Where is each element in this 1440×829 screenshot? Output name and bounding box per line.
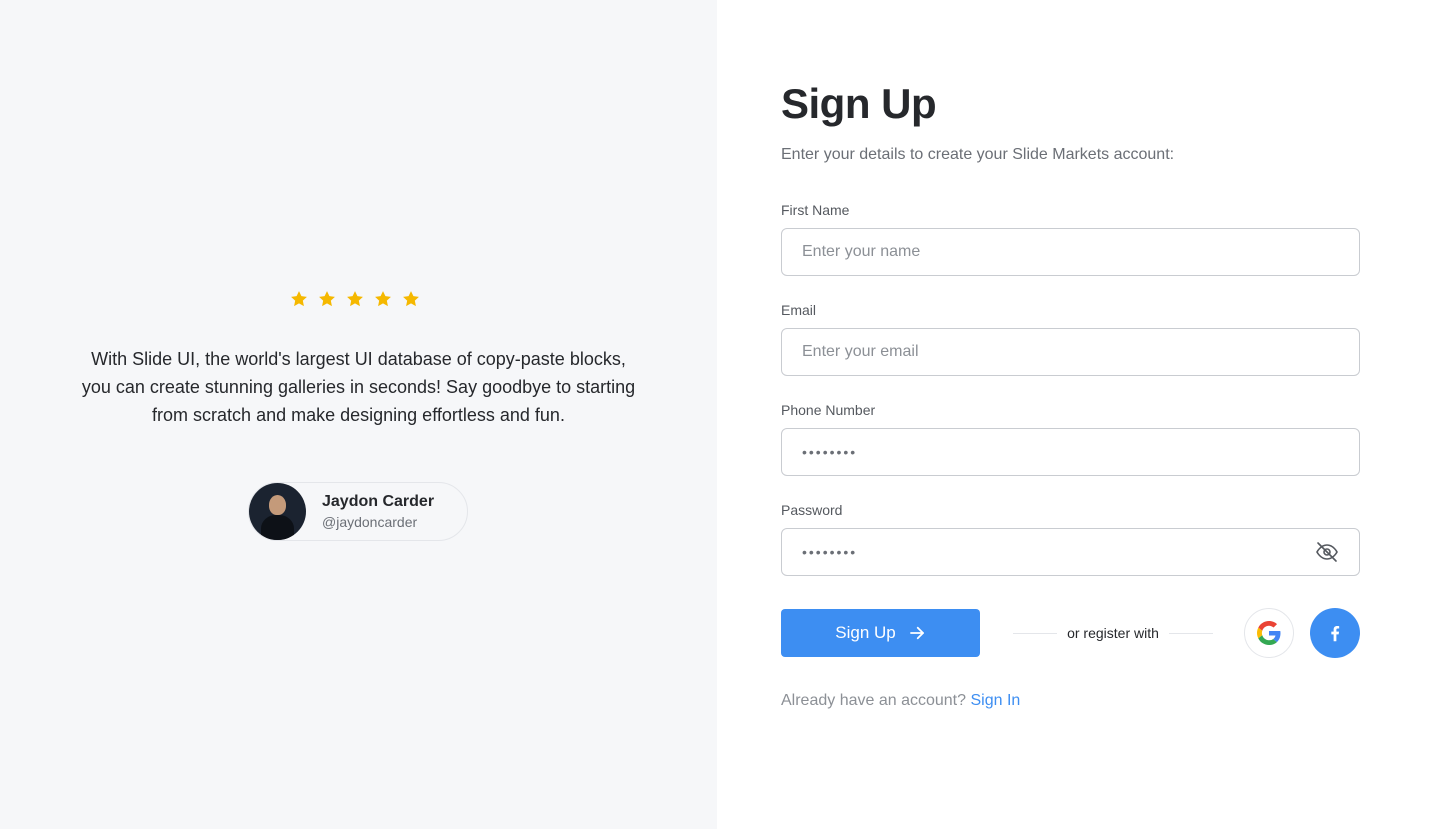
first-name-input[interactable] — [781, 228, 1360, 276]
password-label: Password — [781, 502, 843, 518]
google-button[interactable] — [1244, 608, 1294, 658]
page-subtitle: Enter your details to create your Slide … — [781, 146, 1175, 163]
author-info: Jaydon Carder @jaydoncarder — [322, 492, 434, 532]
signup-page: With Slide UI, the world's largest UI da… — [0, 0, 1440, 829]
author-card: Jaydon Carder @jaydoncarder — [248, 482, 468, 541]
signin-prompt-line: Already have an account? Sign In — [781, 692, 1020, 710]
email-label: Email — [781, 302, 817, 318]
signup-form-panel: Sign Up Enter your details to create you… — [717, 0, 1440, 829]
star-icon — [403, 291, 419, 307]
signin-prompt: Already have an account? — [781, 692, 967, 709]
register-divider: or register with — [1013, 623, 1213, 643]
phone-label: Phone Number — [781, 402, 876, 418]
arrow-right-icon — [909, 626, 924, 640]
facebook-icon — [1331, 625, 1340, 642]
avatar — [249, 483, 306, 540]
sign-up-button[interactable]: Sign Up — [781, 609, 980, 657]
star-icon — [347, 291, 363, 307]
divider-line — [1168, 632, 1213, 634]
testimonial-panel: With Slide UI, the world's largest UI da… — [0, 0, 717, 829]
author-handle: @jaydoncarder — [322, 513, 418, 530]
divider-line — [1013, 632, 1058, 634]
author-name: Jaydon Carder — [322, 492, 435, 510]
google-icon — [1257, 621, 1281, 645]
or-register-text: or register with — [1067, 625, 1159, 641]
phone-input[interactable] — [781, 428, 1360, 476]
facebook-button[interactable] — [1310, 608, 1360, 658]
star-icon — [291, 291, 307, 307]
first-name-label: First Name — [781, 202, 850, 218]
rating-stars — [289, 289, 421, 309]
sign-in-link[interactable]: Sign In — [970, 692, 1020, 709]
testimonial-quote: With Slide UI, the world's largest UI da… — [81, 349, 636, 425]
sign-up-button-label: Sign Up — [835, 623, 896, 642]
email-input[interactable] — [781, 328, 1360, 376]
star-icon — [375, 291, 391, 307]
password-input[interactable] — [781, 528, 1360, 576]
page-title: Sign Up — [781, 80, 937, 127]
star-icon — [319, 291, 335, 307]
eye-off-icon[interactable] — [1315, 540, 1339, 564]
